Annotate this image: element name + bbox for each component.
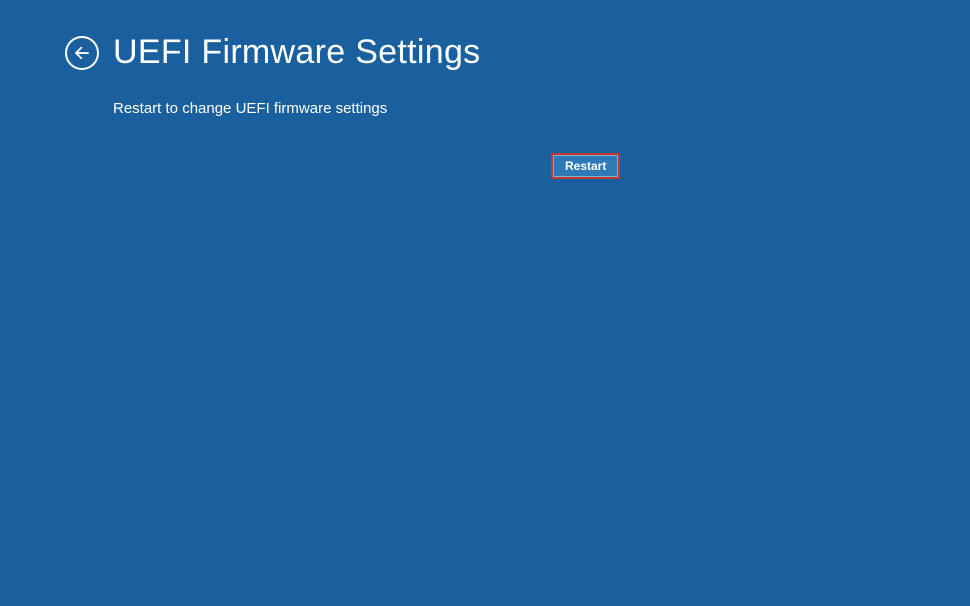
back-button[interactable] — [65, 36, 99, 70]
header: UEFI Firmware Settings — [0, 0, 970, 72]
page-title: UEFI Firmware Settings — [113, 33, 480, 72]
arrow-left-icon — [73, 44, 91, 62]
restart-button[interactable]: Restart — [551, 153, 620, 179]
subtitle-text: Restart to change UEFI firmware settings — [113, 100, 387, 117]
